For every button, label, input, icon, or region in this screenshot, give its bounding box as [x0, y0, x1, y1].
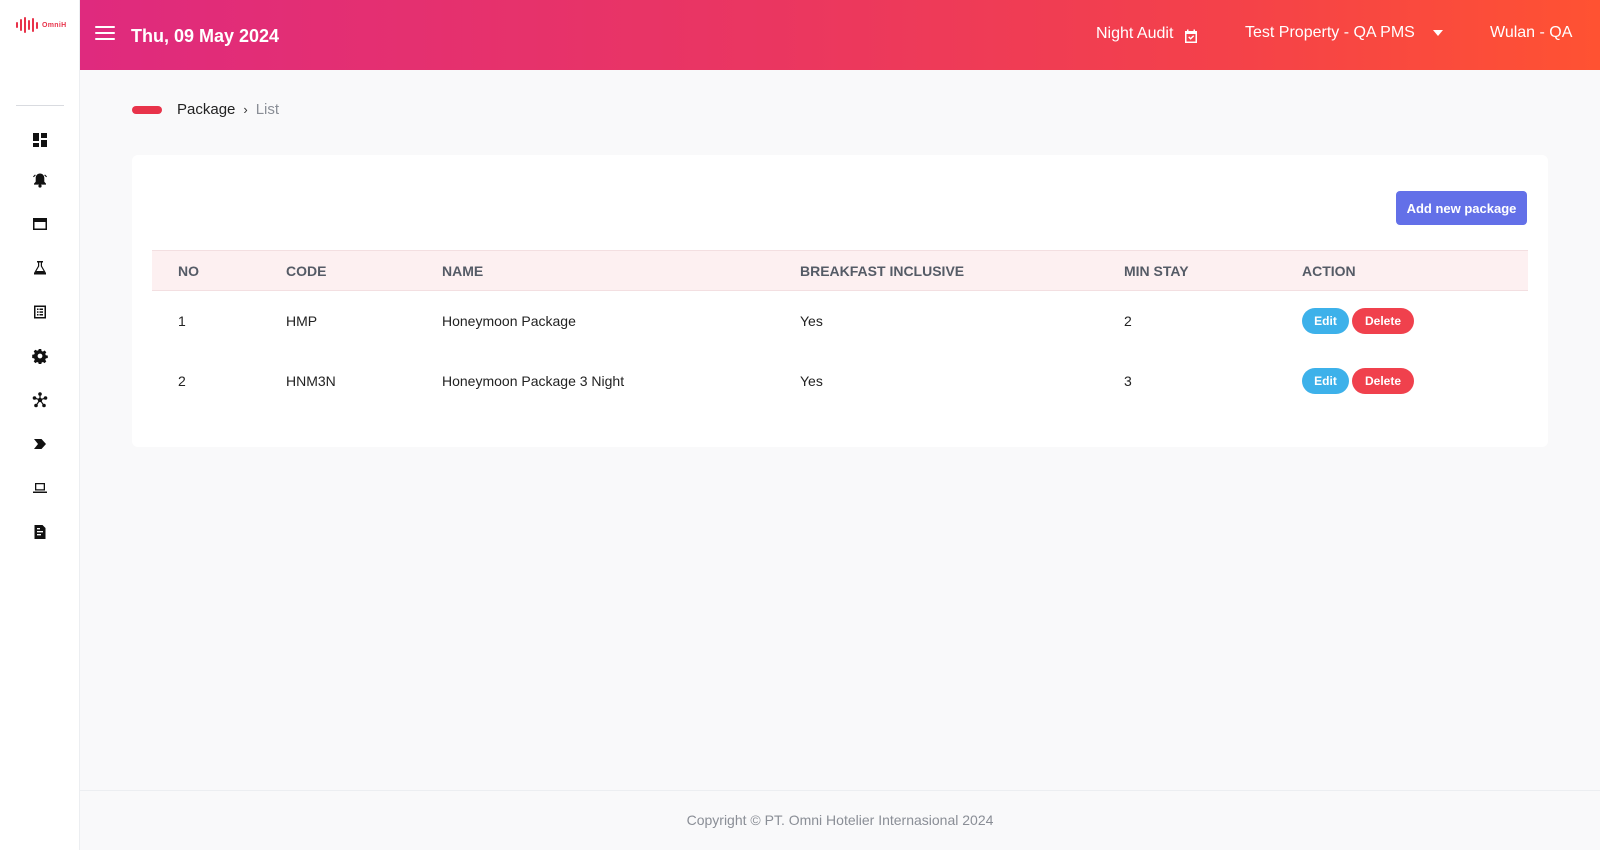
breadcrumb-accent [132, 106, 162, 114]
cell-breakfast: Yes [800, 372, 823, 389]
column-header-min-stay: MIN STAY [1124, 250, 1302, 291]
cell-name: Honeymoon Package [442, 312, 576, 329]
alarm-bell-icon[interactable] [31, 171, 49, 189]
breadcrumb: Package › List [177, 101, 279, 118]
sidebar: OmniH [0, 0, 80, 850]
cell-name: Honeymoon Package 3 Night [442, 372, 625, 389]
column-header-action: ACTION [1302, 250, 1528, 291]
report-document-icon[interactable] [31, 523, 49, 541]
network-icon[interactable] [31, 391, 49, 409]
package-table: NO CODE NAME BREAKFAST INCLUSIVE MIN STA… [152, 250, 1528, 411]
night-audit-label: Night Audit [1096, 25, 1174, 42]
sidebar-divider [16, 105, 64, 106]
cell-code: HNM3N [286, 372, 336, 389]
edit-button[interactable]: Edit [1302, 367, 1349, 394]
breadcrumb-package-link[interactable]: Package [177, 101, 235, 118]
footer: Copyright © PT. Omni Hotelier Internasio… [80, 790, 1600, 850]
gear-icon[interactable] [31, 347, 49, 365]
delete-button[interactable]: Delete [1352, 307, 1414, 334]
flask-icon[interactable] [31, 259, 49, 277]
night-audit-button[interactable]: Night Audit [1096, 24, 1199, 44]
column-header-breakfast: BREAKFAST INCLUSIVE [800, 250, 1124, 291]
delete-button[interactable]: Delete [1352, 367, 1414, 394]
cell-no: 1 [178, 312, 186, 329]
brand-logo[interactable]: OmniH [16, 16, 66, 34]
cell-breakfast: Yes [800, 312, 823, 329]
edit-button[interactable]: Edit [1302, 307, 1349, 334]
user-menu[interactable]: Wulan - QA [1490, 24, 1572, 42]
cell-actions: Edit Delete [1302, 291, 1528, 351]
menu-toggle-icon[interactable] [95, 26, 115, 42]
copyright-text: Copyright © PT. Omni Hotelier Internasio… [686, 812, 994, 828]
cell-no: 2 [178, 372, 186, 389]
brand-name: OmniH [42, 21, 67, 29]
table-header-row: NO CODE NAME BREAKFAST INCLUSIVE MIN STA… [152, 250, 1528, 291]
cell-min-stay: 3 [1124, 372, 1132, 389]
laptop-icon[interactable] [31, 479, 49, 497]
add-new-package-button[interactable]: Add new package [1396, 191, 1527, 225]
chevron-right-icon: › [243, 102, 248, 117]
business-date: Thu, 09 May 2024 [131, 26, 280, 46]
table-row: 1 HMP Honeymoon Package Yes 2 Edit Delete [152, 291, 1528, 351]
logo-icon [16, 17, 38, 33]
property-name: Test Property - QA PMS [1245, 24, 1415, 41]
window-icon[interactable] [31, 215, 49, 233]
list-document-icon[interactable] [31, 303, 49, 321]
dashboard-icon[interactable] [31, 131, 49, 149]
property-selector[interactable]: Test Property - QA PMS [1245, 24, 1443, 42]
top-header-bar: Thu, 09 May 2024 Night Audit Test Proper… [80, 0, 1600, 70]
table-row: 2 HNM3N Honeymoon Package 3 Night Yes 3 … [152, 351, 1528, 411]
tag-icon[interactable] [31, 435, 49, 453]
column-header-no: NO [152, 250, 286, 291]
column-header-code: CODE [286, 250, 442, 291]
cell-code: HMP [286, 312, 318, 329]
cell-actions: Edit Delete [1302, 351, 1528, 411]
cell-min-stay: 2 [1124, 312, 1132, 329]
calendar-check-icon [1185, 29, 1198, 43]
caret-down-icon [1432, 30, 1443, 36]
column-header-name: NAME [442, 250, 800, 291]
package-list-card: Add new package NO CODE NAME BREAKFAST I… [132, 155, 1548, 447]
breadcrumb-current: List [255, 101, 280, 118]
